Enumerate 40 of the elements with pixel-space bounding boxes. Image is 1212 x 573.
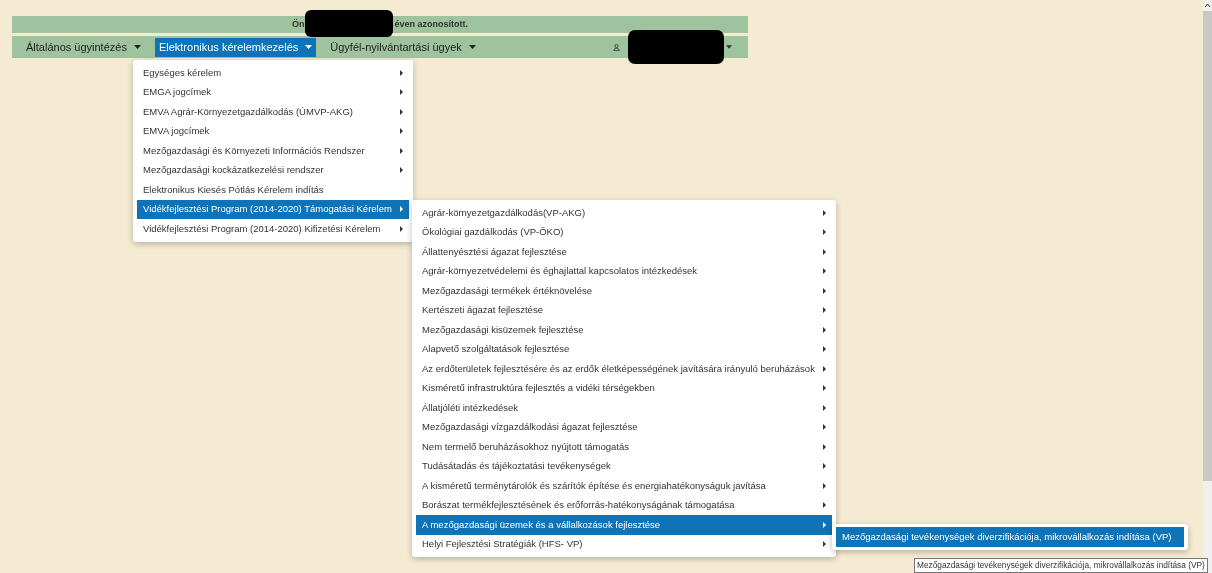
menu-item[interactable]: Mezőgazdasági tevékenységek diverzifikációja, mikrovállalkozás indítása (VP) bbox=[836, 527, 1184, 547]
menu-item[interactable]: A mezőgazdasági üzemek és a vállalkozások fejlesztése bbox=[416, 515, 832, 535]
menu-item[interactable]: Ökológiai gazdálkodás (VP-ÖKO) bbox=[416, 222, 832, 242]
banner-text: Ön bbox=[292, 17, 305, 31]
nav-menu-button[interactable]: Ügyfél-nyilvántartási ügyek bbox=[326, 37, 480, 57]
menu-item[interactable]: Állattenyésztési ágazat fejlesztése bbox=[416, 242, 832, 262]
menu-item[interactable]: Mezőgazdasági és Környezeti Információs Rendszer bbox=[137, 141, 409, 161]
menu-item[interactable]: Mezőgazdasági kisüzemek fejlesztése bbox=[416, 320, 832, 340]
menu-item[interactable]: Mezőgazdasági kockázatkezelési rendszer bbox=[137, 160, 409, 180]
menu-item[interactable]: Kertészeti ágazat fejlesztése bbox=[416, 300, 832, 320]
menu-item[interactable]: Mezőgazdasági termékek értéknövelése bbox=[416, 281, 832, 301]
menu-item[interactable]: Agrár-környezetvédelemi és éghajlattal kapcsolatos intézkedések bbox=[416, 261, 832, 281]
menu-item[interactable]: Egységes kérelem bbox=[137, 63, 409, 83]
caret-icon[interactable] bbox=[726, 45, 732, 49]
nav-menu-button[interactable]: Elektronikus kérelemkezelés bbox=[154, 37, 317, 57]
menu-item[interactable]: Nem termelő beruházásokhoz nyújtott támogatás bbox=[416, 437, 832, 457]
nav-menu-button[interactable]: Általános ügyintézés bbox=[22, 37, 145, 57]
menu-item[interactable]: EMVA jogcímek bbox=[137, 121, 409, 141]
menu-item[interactable]: EMGA jogcímek bbox=[137, 82, 409, 102]
scrollbar-thumb[interactable] bbox=[1203, 11, 1212, 481]
menu-item[interactable]: Alapvető szolgáltatások fejlesztése bbox=[416, 339, 832, 359]
menu-item[interactable]: Elektronikus Kiesés Pótlás Kérelem indítás bbox=[137, 180, 409, 200]
menu-item[interactable]: A kisméretű terménytárolók és szárítók építése és energiahatékonyságuk javítása bbox=[416, 476, 832, 496]
menu-item[interactable]: Helyi Fejlesztési Stratégiák (HFS- VP) bbox=[416, 534, 832, 554]
user-icon[interactable] bbox=[613, 43, 620, 51]
menu-item[interactable]: Borászat termékfejlesztésének és erőforrás-hatékonyságának támogatása bbox=[416, 495, 832, 515]
menu-item[interactable]: Állatjóléti intézkedések bbox=[416, 398, 832, 418]
caret-icon bbox=[133, 45, 141, 49]
menu-item[interactable]: Mezőgazdasági vízgazdálkodási ágazat fejlesztése bbox=[416, 417, 832, 437]
menu-item[interactable]: Vidékfejlesztési Program (2014-2020) Kifizetési Kérelem bbox=[137, 219, 409, 239]
menu-item[interactable]: Kisméretű infrastruktúra fejlesztés a vidéki térségekben bbox=[416, 378, 832, 398]
tooltip: Mezőgazdasági tevékenységek diverzifikációja, mikrovállalkozás indítása (VP) bbox=[914, 558, 1208, 573]
menu-item[interactable]: Vidékfejlesztési Program (2014-2020) Támogatási Kérelem bbox=[137, 199, 409, 219]
banner-text: éven azonosított. bbox=[394, 17, 468, 31]
caret-icon bbox=[468, 45, 476, 49]
caret-icon bbox=[305, 45, 313, 49]
menu-item[interactable]: Az erdőterületek fejlesztésére és az erdők életképességének javítására irányuló beruházások bbox=[416, 359, 832, 379]
menu-item[interactable]: EMVA Agrár-Környezetgazdálkodás (ÚMVP-AKG) bbox=[137, 102, 409, 122]
menu-item[interactable]: Agrár-környezetgazdálkodás(VP-AKG) bbox=[416, 203, 832, 223]
menu-item[interactable]: Tudásátadás és tájékoztatási tevékenységek bbox=[416, 456, 832, 476]
